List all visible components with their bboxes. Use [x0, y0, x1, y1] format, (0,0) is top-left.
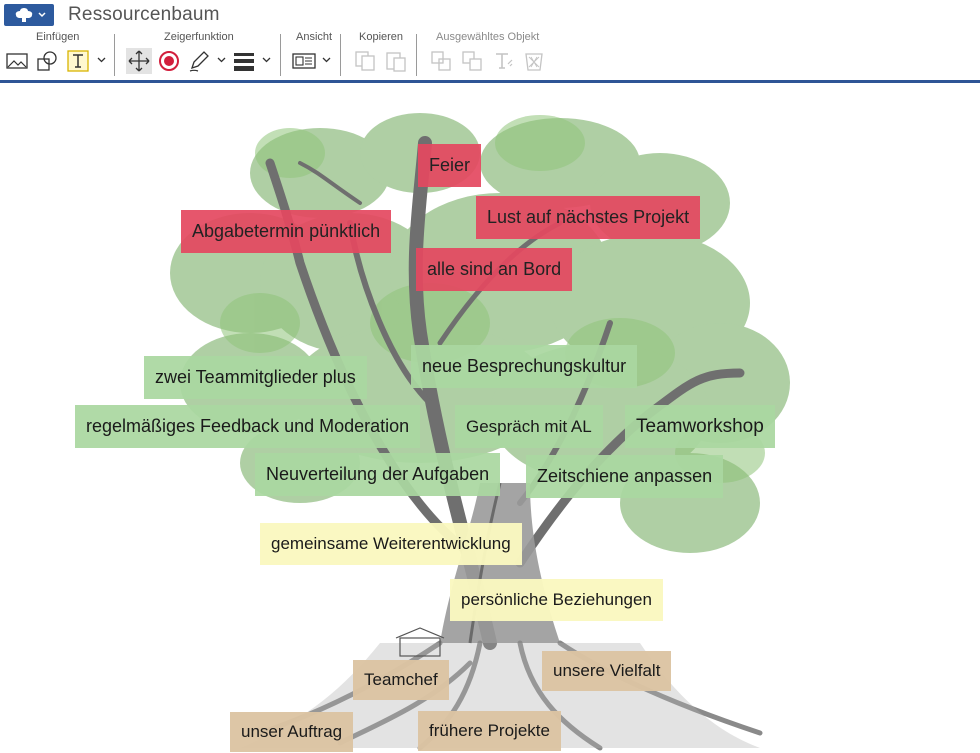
copy-icon [355, 51, 375, 71]
ribbon-separator [114, 34, 115, 76]
arrange-button[interactable] [459, 48, 485, 74]
insert-text-dropdown[interactable] [96, 55, 106, 65]
group-label-zeigerfunktion: Zeigerfunktion [164, 31, 234, 43]
sticky-note-fruehere-projekte[interactable]: frühere Projekte [418, 711, 561, 751]
text-format-button[interactable] [490, 48, 516, 74]
sticky-note-persoenliche-beziehungen[interactable]: persönliche Beziehungen [450, 579, 663, 621]
delete-button[interactable] [521, 48, 547, 74]
sticky-note-feedback-moderation[interactable]: regelmäßiges Feedback und Moderation [75, 405, 421, 448]
insert-image-icon [6, 53, 28, 69]
window-title: Ressourcenbaum [68, 4, 220, 25]
sticky-note-lust-auf-naechstes-projekt[interactable]: Lust auf nächstes Projekt [476, 196, 701, 239]
pen-button[interactable] [186, 48, 212, 74]
copy-button[interactable] [352, 48, 378, 74]
insert-image-button[interactable] [4, 48, 30, 74]
insert-text-icon [67, 50, 89, 72]
ribbon-separator [340, 34, 341, 76]
sticky-note-feier[interactable]: Feier [418, 144, 482, 187]
insert-shape-button[interactable] [34, 48, 60, 74]
group-label-ansicht: Ansicht [296, 31, 333, 43]
paste-button[interactable] [383, 48, 409, 74]
text-format-icon [496, 53, 513, 69]
chevron-down-icon [262, 57, 270, 63]
view-icon [292, 53, 316, 69]
group-label-einfuegen: Einfügen [36, 31, 80, 43]
move-pointer-icon [128, 50, 150, 72]
delete-icon [525, 53, 543, 71]
ribbon-toolbar: Ressourcenbaum Einfügen Zeigerfunktion A… [0, 0, 980, 80]
sticky-note-unsere-vielfalt[interactable]: unsere Vielfalt [542, 651, 672, 691]
pen-icon [189, 51, 209, 72]
line-style-icon [234, 53, 254, 71]
chevron-down-icon [322, 57, 330, 63]
sticky-note-abgabetermin[interactable]: Abgabetermin pünktlich [181, 210, 392, 253]
ribbon-separator [416, 34, 417, 76]
line-style-button[interactable] [231, 48, 257, 74]
sticky-note-teamchef[interactable]: Teamchef [353, 660, 449, 700]
sticky-note-weiterentwicklung[interactable]: gemeinsame Weiterentwicklung [260, 523, 522, 565]
sticky-note-unser-auftrag[interactable]: unser Auftrag [230, 712, 354, 752]
line-style-dropdown[interactable] [261, 55, 271, 65]
paste-icon [386, 52, 406, 72]
tree-icon [15, 8, 32, 22]
move-pointer-button[interactable] [126, 48, 152, 74]
chevron-down-icon [97, 57, 105, 63]
laser-pointer-button[interactable] [156, 48, 182, 74]
arrange-icon [462, 51, 482, 71]
ribbon-separator [280, 34, 281, 76]
view-button[interactable] [291, 48, 317, 74]
sticky-note-zwei-teammitglieder[interactable]: zwei Teammitglieder plus [144, 356, 367, 399]
duplicate-button[interactable] [428, 48, 454, 74]
sticky-note-alle-an-bord[interactable]: alle sind an Bord [416, 248, 573, 291]
whiteboard-canvas[interactable]: Feier Lust auf nächstes Projekt Abgabete… [0, 83, 980, 753]
insert-text-button[interactable] [65, 48, 91, 74]
pen-dropdown[interactable] [216, 55, 226, 65]
insert-shape-icon [37, 51, 57, 71]
view-dropdown[interactable] [321, 55, 331, 65]
sticky-note-besprechungskultur[interactable]: neue Besprechungskultur [411, 345, 638, 388]
sticky-note-zeitschiene[interactable]: Zeitschiene anpassen [526, 455, 724, 498]
app-menu-button[interactable] [4, 4, 54, 26]
laser-pointer-icon [159, 51, 179, 71]
sticky-note-teamworkshop[interactable]: Teamworkshop [625, 405, 775, 448]
chevron-down-icon [37, 12, 46, 18]
sticky-note-neuverteilung[interactable]: Neuverteilung der Aufgaben [255, 453, 501, 496]
group-label-kopieren: Kopieren [359, 31, 404, 43]
chevron-down-icon [217, 57, 225, 63]
sticky-note-gespraech-mit-al[interactable]: Gespräch mit AL [455, 405, 603, 448]
group-label-ausgewaehltes-objekt: Ausgewähltes Objekt [436, 31, 540, 43]
duplicate-icon [431, 51, 451, 71]
